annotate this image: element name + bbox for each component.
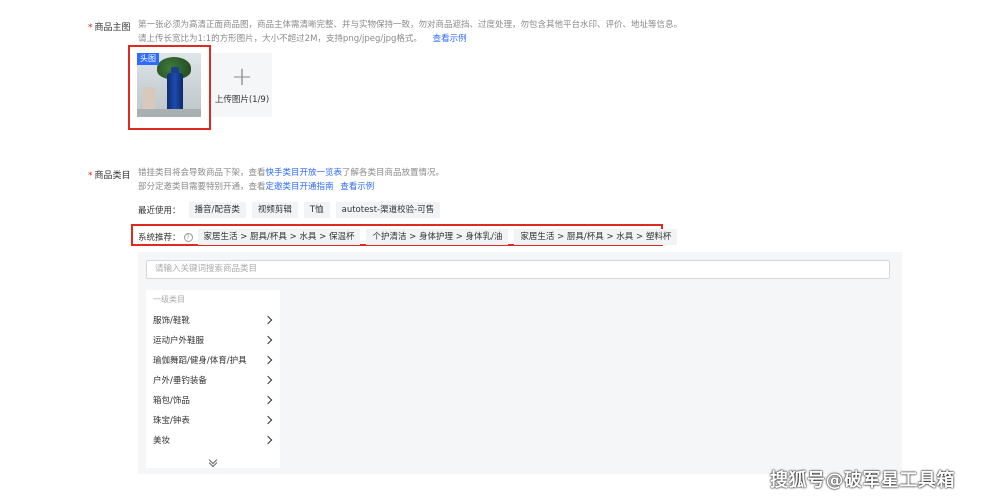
main-image-label: * 商品主图 <box>88 23 131 33</box>
system-recommend-label: 系统推荐： <box>138 233 181 243</box>
head-image-badge: 头图 <box>137 53 159 65</box>
plus-icon: + <box>231 62 253 92</box>
category-example-link[interactable]: 查看示例 <box>340 182 374 192</box>
level1-category-column: 一级类目 服饰/鞋靴 运动户外鞋服 瑜伽舞蹈/健身/体育/护具 户外/垂钓装备 … <box>146 290 280 468</box>
level1-item[interactable]: 服饰/鞋靴 <box>146 310 280 330</box>
chevron-right-icon <box>263 355 273 365</box>
level1-item[interactable]: 箱包/饰品 <box>146 390 280 410</box>
level1-item[interactable]: 美妆 <box>146 430 280 450</box>
recent-chip[interactable]: T恤 <box>303 202 330 218</box>
recent-used-label: 最近使用： <box>138 206 181 216</box>
main-image-hint-line1: 第一张必须为高清正面商品图，商品主体需清晰完整、并与实物保持一致，勿对商品遮挡、… <box>138 20 683 30</box>
invite-category-guide-link[interactable]: 定邀类目开通指南 <box>266 182 334 192</box>
category-label: * 商品类目 <box>88 171 131 181</box>
system-recommend-row: 系统推荐： ? 家居生活 > 厨具/杯具 > 水具 > 保温杯 个护清洁 > 身… <box>138 229 683 245</box>
chevron-right-icon <box>263 395 273 405</box>
category-list-link[interactable]: 快手类目开放一览表 <box>266 168 343 178</box>
upload-image-label: 上传图片(1/9) <box>214 95 270 105</box>
level1-header: 一级类目 <box>153 295 185 304</box>
chevron-right-icon <box>263 315 273 325</box>
main-image-thumbnail[interactable]: 头图 <box>137 53 201 117</box>
level1-item[interactable]: 瑜伽舞蹈/健身/体育/护具 <box>146 350 280 370</box>
chevron-right-icon <box>263 335 273 345</box>
recent-chip[interactable]: autotest-渠道校验-可售 <box>335 202 441 218</box>
table-shape <box>137 109 201 117</box>
level1-item[interactable]: 户外/垂钓装备 <box>146 370 280 390</box>
system-chip[interactable]: 个护清洁 > 身体护理 > 身体乳/油 <box>366 229 509 245</box>
watermark: 搜狐号@破军星工具箱 <box>770 470 955 491</box>
recent-used-row: 最近使用： 播音/配音类 视频剪辑 T恤 autotest-渠道校验-可售 <box>138 202 446 218</box>
upload-image-button[interactable]: + 上传图片(1/9) <box>212 53 272 117</box>
category-hint-line1: 错挂类目将会导致商品下架，查看快手类目开放一览表了解各类目商品放置情况。 <box>138 168 445 178</box>
category-hint-line2: 部分定邀类目需要特别开通，查看定邀类目开通指南 查看示例 <box>138 182 375 192</box>
level1-item[interactable]: 珠宝/钟表 <box>146 410 280 430</box>
main-image-hint-line2: 请上传长宽比为1:1的方形图片，大小不超过2M，支持png/jpeg/jpg格式… <box>138 34 467 44</box>
main-image-example-link[interactable]: 查看示例 <box>433 34 467 44</box>
scroll-more-button[interactable] <box>146 455 280 468</box>
double-chevron-down-icon <box>208 455 218 468</box>
category-search-input[interactable]: 请输入关键词搜索商品类目 <box>146 260 890 279</box>
level1-item[interactable]: 运动户外鞋服 <box>146 330 280 350</box>
cup-shape <box>143 87 155 109</box>
chevron-right-icon <box>263 415 273 425</box>
chevron-right-icon <box>263 375 273 385</box>
system-chip[interactable]: 家居生活 > 厨具/杯具 > 水具 > 塑料杯 <box>514 229 678 245</box>
chevron-right-icon <box>263 435 273 445</box>
help-circle-icon[interactable]: ? <box>183 232 193 242</box>
system-chip[interactable]: 家居生活 > 厨具/杯具 > 水具 > 保温杯 <box>197 229 361 245</box>
recent-chip[interactable]: 播音/配音类 <box>188 202 246 218</box>
recent-chip[interactable]: 视频剪辑 <box>251 202 298 218</box>
